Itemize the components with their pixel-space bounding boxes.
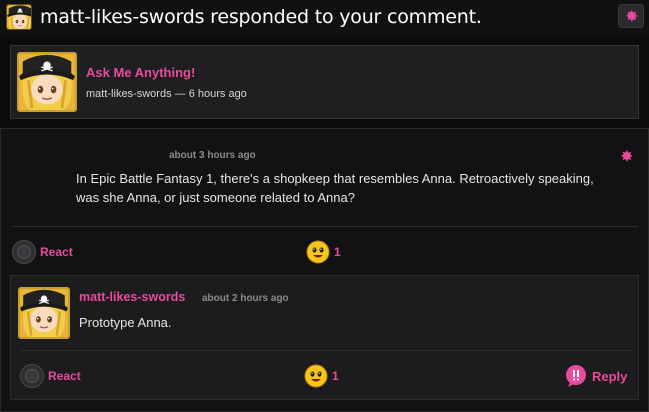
reaction-count: 1 <box>332 369 339 383</box>
pirate-avatar-icon <box>19 54 75 110</box>
post-card[interactable]: Ask Me Anything! matt-likes-swords — 6 h… <box>10 45 639 119</box>
post-meta-separator: — <box>174 88 186 100</box>
react-icon <box>20 364 44 388</box>
reply-label: Reply <box>592 368 628 384</box>
react-icon <box>12 240 36 264</box>
notification-header: matt-likes-swords responded to your comm… <box>0 0 649 36</box>
post-title-link[interactable]: Ask Me Anything! <box>86 65 195 80</box>
reply-timestamp: about 2 hours ago <box>202 293 289 304</box>
reply-avatar[interactable] <box>18 287 70 339</box>
reply-react-button[interactable]: React <box>20 364 81 388</box>
react-label: React <box>48 369 81 383</box>
comment-settings-button[interactable] <box>618 148 634 164</box>
reaction-count: 1 <box>334 245 341 259</box>
post-meta: matt-likes-swords — 6 hours ago <box>86 88 247 100</box>
speech-bubble-icon <box>566 365 586 387</box>
notification-title: matt-likes-swords responded to your comm… <box>40 6 482 28</box>
post-avatar[interactable] <box>17 52 77 112</box>
comment-reaction[interactable]: 1 <box>306 240 341 264</box>
smiley-icon <box>306 240 330 264</box>
gear-icon <box>623 8 639 24</box>
header-avatar[interactable] <box>6 4 32 30</box>
react-label: React <box>40 245 73 259</box>
header-settings-button[interactable] <box>618 4 644 28</box>
smiley-icon <box>304 364 328 388</box>
reply-body: Prototype Anna. <box>79 315 172 330</box>
divider <box>11 226 638 227</box>
reply-author-link[interactable]: matt-likes-swords <box>79 290 185 304</box>
gear-icon <box>618 148 634 164</box>
pirate-avatar-icon <box>7 5 32 30</box>
post-time: 6 hours ago <box>188 88 247 100</box>
comment-timestamp: about 3 hours ago <box>169 150 256 161</box>
comment-react-button[interactable]: React <box>12 240 73 264</box>
divider <box>20 350 632 351</box>
reply-button[interactable]: Reply <box>564 364 627 388</box>
pirate-avatar-icon <box>20 289 68 337</box>
post-author[interactable]: matt-likes-swords <box>86 88 172 100</box>
comment-body: In Epic Battle Fantasy 1, there's a shop… <box>76 171 594 205</box>
reply-reaction[interactable]: 1 <box>304 364 339 388</box>
